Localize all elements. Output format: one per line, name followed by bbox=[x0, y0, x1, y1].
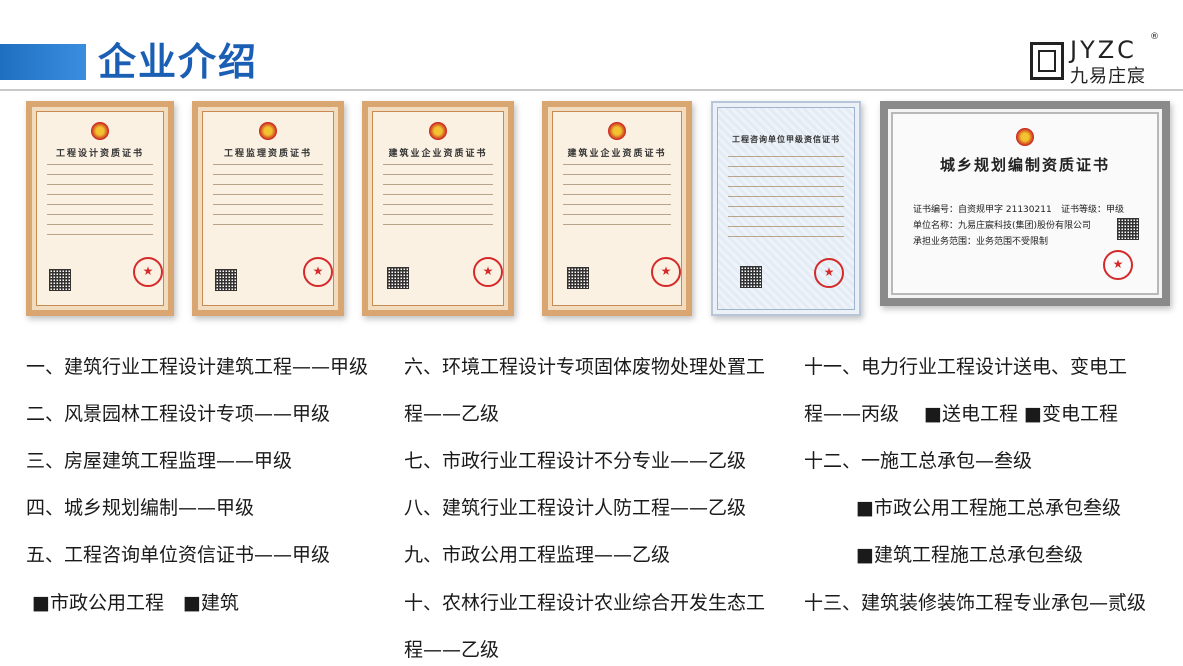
unit-value: 九易庄宸科技(集团)股份有限公司 bbox=[958, 221, 1092, 231]
title-accent-bar bbox=[0, 44, 86, 80]
red-seal-icon bbox=[1103, 250, 1133, 280]
qualification-item: 十二、一施工总承包—叁级 bbox=[804, 450, 1033, 472]
certificate-title: 工程咨询单位甲级资信证书 bbox=[732, 135, 840, 144]
qualification-item: 十一、电力行业工程设计送电、变电工 bbox=[804, 356, 1128, 378]
qualification-item-continued: 程——丙级 ■送电工程 ■变电工程 bbox=[804, 403, 1118, 425]
certificate-title: 工程设计资质证书 bbox=[55, 149, 144, 159]
red-seal-icon bbox=[473, 257, 503, 287]
qr-code-icon bbox=[740, 266, 762, 288]
qualification-item: 十三、建筑装修装饰工程专业承包—贰级 bbox=[804, 592, 1147, 614]
qualification-item-continued: 程——乙级 bbox=[404, 639, 500, 661]
qualification-item: 二、风景园林工程设计专项——甲级 bbox=[26, 403, 331, 425]
logo-text-cn: 九易庄宸 bbox=[1070, 66, 1146, 87]
company-logo: JYZC 九易庄宸 ® bbox=[1030, 32, 1160, 87]
certificate-title: 工程监理资质证书 bbox=[223, 149, 312, 159]
certificate-engineering-supervision: 工程监理资质证书 bbox=[192, 101, 344, 316]
qualification-item: 八、建筑行业工程设计人防工程——乙级 bbox=[404, 497, 747, 519]
national-emblem-icon bbox=[608, 122, 626, 140]
national-emblem-icon bbox=[259, 122, 277, 140]
qualification-item: 三、房屋建筑工程监理——甲级 bbox=[26, 450, 293, 472]
certificate-construction-enterprise-1: 建筑业企业资质证书 bbox=[362, 101, 514, 316]
scope-value: 业务范围不受限制 bbox=[976, 237, 1049, 247]
qualification-item: 九、市政公用工程监理——乙级 bbox=[404, 544, 671, 566]
qualification-item: 七、市政行业工程设计不分专业——乙级 bbox=[404, 450, 747, 472]
certificate-engineering-design: 工程设计资质证书 bbox=[26, 101, 174, 316]
cert-no-label: 证书编号： bbox=[913, 205, 959, 215]
qualification-item: 一、建筑行业工程设计建筑工程——甲级 bbox=[26, 356, 369, 378]
red-seal-icon bbox=[133, 257, 163, 287]
certificate-construction-enterprise-2: 建筑业企业资质证书 bbox=[542, 101, 692, 316]
page-title: 企业介绍 bbox=[98, 40, 259, 84]
logo-text-en: JYZC bbox=[1070, 36, 1137, 64]
red-seal-icon bbox=[814, 258, 844, 288]
certificate-title: 建筑业企业资质证书 bbox=[567, 149, 667, 159]
qualification-subitem: ■市政公用工程施工总承包叁级 bbox=[856, 497, 1121, 519]
red-seal-icon bbox=[651, 257, 681, 287]
qr-code-icon bbox=[387, 267, 409, 289]
qualification-item: 六、环境工程设计专项固体废物处理处置工 bbox=[404, 356, 766, 378]
grade-label: 证书等级： bbox=[1061, 205, 1107, 215]
qualification-item-continued: 程——乙级 bbox=[404, 403, 500, 425]
grade-value: 甲级 bbox=[1106, 205, 1125, 215]
scope-label: 承担业务范围： bbox=[913, 237, 977, 247]
national-emblem-icon bbox=[91, 122, 109, 140]
certificate-urban-rural-planning: 城乡规划编制资质证书 证书编号：自资规甲字 21130211 证书等级：甲级 单… bbox=[880, 101, 1170, 306]
qualification-item: 四、城乡规划编制——甲级 bbox=[26, 497, 255, 519]
national-emblem-icon bbox=[429, 122, 447, 140]
qualification-subitem: ■市政公用工程 ■建筑 bbox=[32, 592, 239, 614]
qualification-subitem: ■建筑工程施工总承包叁级 bbox=[856, 544, 1083, 566]
qr-code-icon bbox=[1117, 218, 1139, 240]
registered-mark: ® bbox=[1150, 32, 1159, 42]
logo-mark-icon bbox=[1030, 42, 1064, 80]
cert-no-value: 自资规甲字 21130211 bbox=[958, 205, 1052, 215]
certificate-title: 建筑业企业资质证书 bbox=[388, 149, 488, 159]
qr-code-icon bbox=[49, 269, 71, 291]
header-divider bbox=[0, 89, 1183, 91]
qualification-item: 五、工程咨询单位资信证书——甲级 bbox=[26, 544, 331, 566]
national-emblem-icon bbox=[1016, 128, 1034, 146]
red-seal-icon bbox=[303, 257, 333, 287]
qr-code-icon bbox=[567, 267, 589, 289]
certificate-title: 城乡规划编制资质证书 bbox=[939, 156, 1110, 174]
unit-label: 单位名称： bbox=[913, 221, 959, 231]
qr-code-icon bbox=[215, 269, 237, 291]
certificate-engineering-consulting: 工程咨询单位甲级资信证书 bbox=[711, 101, 861, 316]
qualification-item: 十、农林行业工程设计农业综合开发生态工 bbox=[404, 592, 766, 614]
